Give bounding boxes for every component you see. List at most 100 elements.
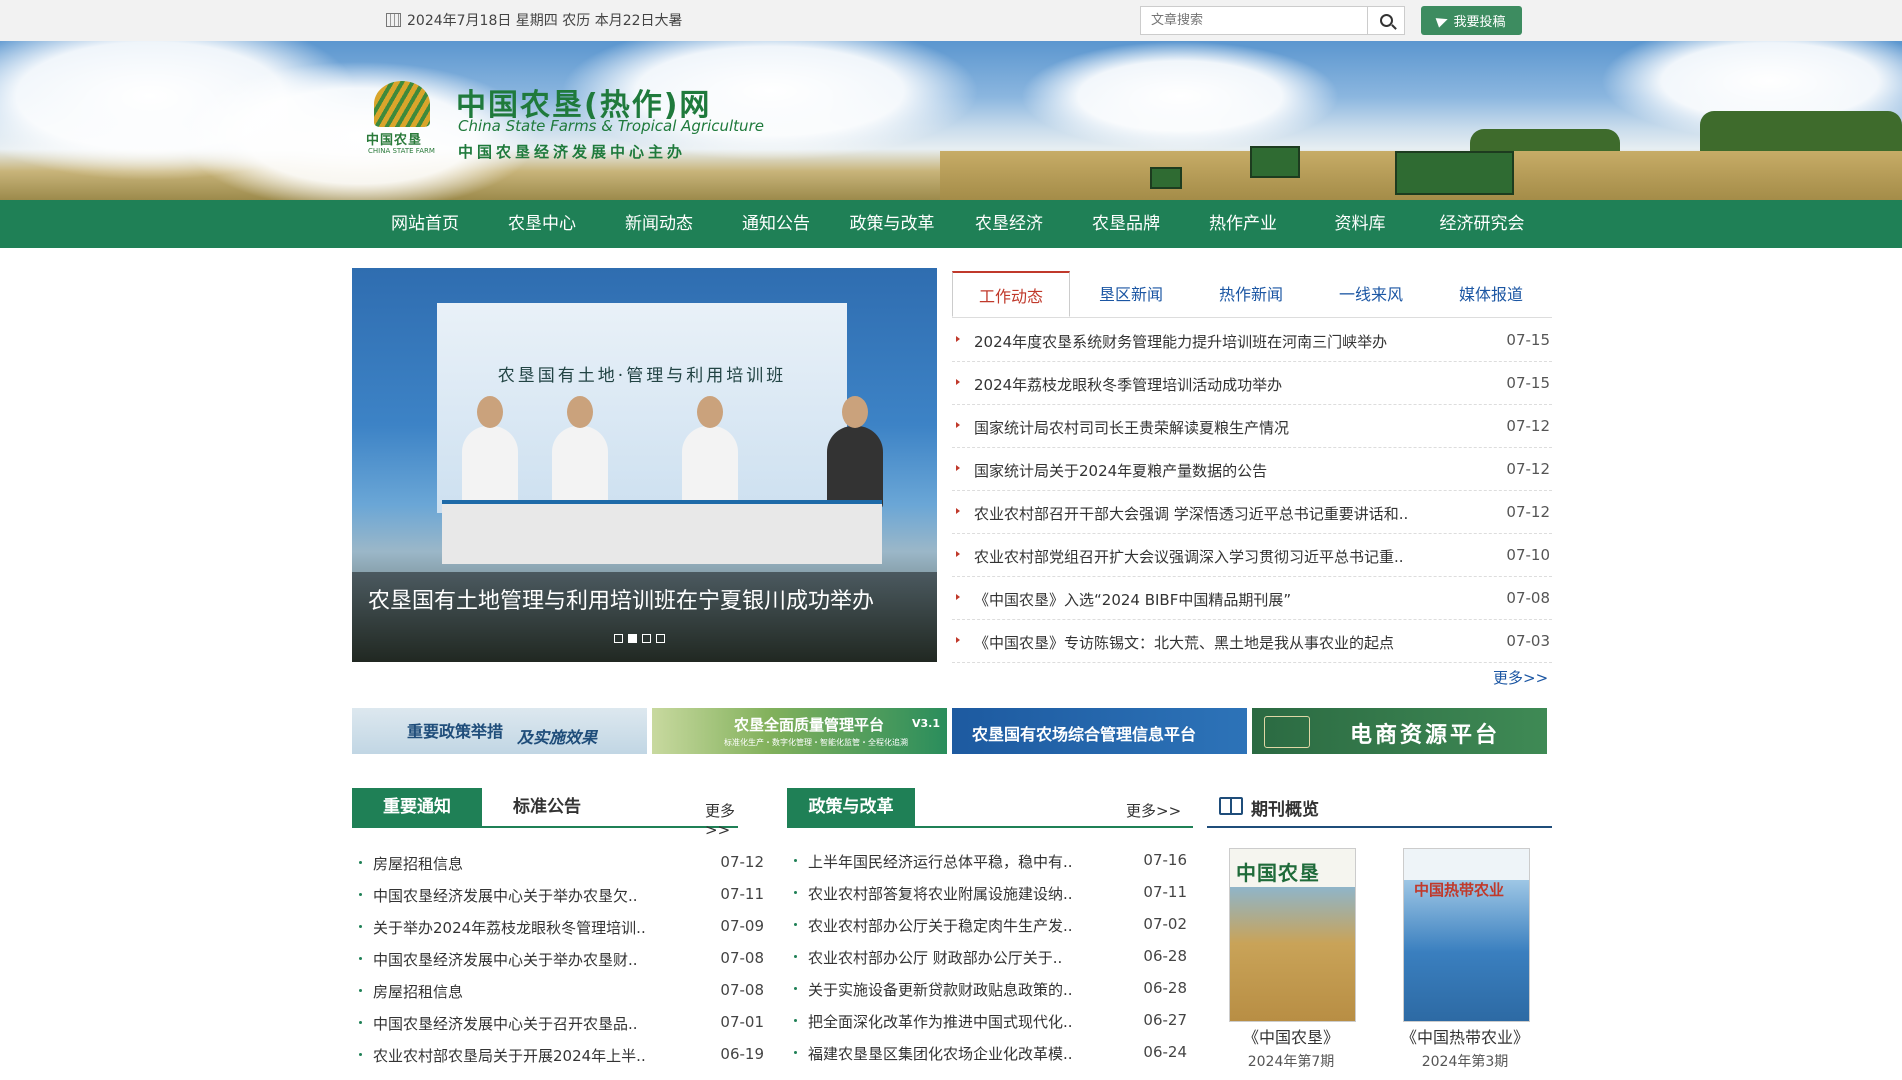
item-date: 07-11 xyxy=(720,885,764,903)
main-nav: 网站首页 农垦中心 新闻动态 通知公告 政策与改革 农垦经济 农垦品牌 热作产业… xyxy=(0,200,1902,248)
site-logo[interactable]: 中国农垦 CHINA STATE FARM xyxy=(366,81,442,157)
nav-library[interactable]: 资料库 xyxy=(1310,200,1410,248)
news-date: 07-03 xyxy=(1506,632,1550,650)
tab-standard-notices[interactable]: 标准公告 xyxy=(482,788,612,826)
nav-notices[interactable]: 通知公告 xyxy=(726,200,826,248)
slider-dot-active[interactable] xyxy=(628,634,637,643)
tab-media[interactable]: 媒体报道 xyxy=(1432,271,1550,317)
news-item[interactable]: 2024年荔枝龙眼秋冬季管理培训活动成功举办 07-15 xyxy=(952,362,1552,405)
news-title[interactable]: 《中国农垦》入选“2024 BIBF中国精品期刊展” xyxy=(974,589,1291,610)
list-item[interactable]: 福建农垦垦区集团化农场企业化改革模.. 06-24 xyxy=(787,1038,1195,1070)
item-title[interactable]: 中国农垦经济发展中心关于召开农垦品.. xyxy=(373,1013,638,1034)
policy-more-link[interactable]: 更多>> xyxy=(1126,800,1181,821)
logo-text: 中国农垦 xyxy=(366,133,423,148)
news-title[interactable]: 2024年度农垦系统财务管理能力提升培训班在河南三门峡举办 xyxy=(974,331,1387,352)
tab-policy-reform[interactable]: 政策与改革 xyxy=(787,788,915,826)
list-item[interactable]: 农业农村部农垦局关于开展2024年上半.. 06-19 xyxy=(352,1040,772,1072)
item-title[interactable]: 关于举办2024年荔枝龙眼秋冬管理培训.. xyxy=(373,917,646,938)
item-title[interactable]: 农业农村部办公厅关于稳定肉牛生产发.. xyxy=(808,915,1073,936)
news-title[interactable]: 国家统计局农村司司长王贵荣解读夏粮生产情况 xyxy=(974,417,1289,438)
news-more-link[interactable]: 更多>> xyxy=(1493,667,1548,688)
promo-text: 重要政策举措 xyxy=(407,722,504,741)
list-item[interactable]: 农业农村部答复将农业附属设施建设纳.. 07-11 xyxy=(787,878,1195,910)
list-item[interactable]: 中国农垦经济发展中心关于举办农垦财.. 07-08 xyxy=(352,944,772,976)
magazine-name[interactable]: 《中国农垦》 xyxy=(1206,1024,1376,1048)
news-title[interactable]: 国家统计局关于2024年夏粮产量数据的公告 xyxy=(974,460,1267,481)
promo-version: V3.1 xyxy=(912,717,940,730)
slider-dot[interactable] xyxy=(642,634,651,643)
list-item[interactable]: 农业农村部办公厅关于稳定肉牛生产发.. 07-02 xyxy=(787,910,1195,942)
list-item[interactable]: 中国农垦经济发展中心关于召开农垦品.. 07-01 xyxy=(352,1008,772,1040)
item-title[interactable]: 中国农垦经济发展中心关于举办农垦财.. xyxy=(373,949,638,970)
news-item[interactable]: 2024年度农垦系统财务管理能力提升培训班在河南三门峡举办 07-15 xyxy=(952,319,1552,362)
item-date: 07-08 xyxy=(720,981,764,999)
nav-center[interactable]: 农垦中心 xyxy=(492,200,592,248)
promo-farm-management[interactable]: 农垦国有农场综合管理信息平台 xyxy=(952,708,1247,754)
news-item[interactable]: 国家统计局关于2024年夏粮产量数据的公告 07-12 xyxy=(952,448,1552,491)
item-date: 07-01 xyxy=(720,1013,764,1031)
news-title[interactable]: 农业农村部党组召开扩大会议强调深入学习贯彻习近平总书记重.. xyxy=(974,546,1404,567)
item-title[interactable]: 关于实施设备更新贷款财政贴息政策的.. xyxy=(808,979,1073,1000)
search-button[interactable] xyxy=(1367,6,1405,35)
item-title[interactable]: 上半年国民经济运行总体平稳，稳中有.. xyxy=(808,851,1073,872)
news-list: 2024年度农垦系统财务管理能力提升培训班在河南三门峡举办 07-15 2024年… xyxy=(952,319,1552,663)
tab-tropical-news[interactable]: 热作新闻 xyxy=(1192,271,1310,317)
promo-policy-measures[interactable]: 重要政策举措 及实施效果 xyxy=(352,708,647,754)
nav-policy[interactable]: 政策与改革 xyxy=(842,200,942,248)
search-input[interactable] xyxy=(1141,7,1366,34)
nav-research[interactable]: 经济研究会 xyxy=(1427,200,1537,248)
item-title[interactable]: 房屋招租信息 xyxy=(373,981,463,1002)
slider-dot[interactable] xyxy=(656,634,665,643)
nav-brand[interactable]: 农垦品牌 xyxy=(1076,200,1176,248)
list-item[interactable]: 房屋招租信息 07-12 xyxy=(352,848,772,880)
search-box xyxy=(1140,6,1368,35)
list-item[interactable]: 上半年国民经济运行总体平稳，稳中有.. 07-16 xyxy=(787,846,1195,878)
submit-article-button[interactable]: 我要投稿 xyxy=(1421,6,1522,35)
magazine-name[interactable]: 《中国热带农业》 xyxy=(1380,1024,1550,1048)
item-title[interactable]: 福建农垦垦区集团化农场企业化改革模.. xyxy=(808,1043,1073,1064)
top-bar: 2024年7月18日 星期四 农历 本月22日大暑 xyxy=(0,0,1902,42)
promo-text: 农垦全面质量管理平台 xyxy=(734,716,885,734)
news-date: 07-15 xyxy=(1506,331,1550,349)
slider-dot[interactable] xyxy=(614,634,623,643)
person xyxy=(462,396,518,510)
magazine-cover[interactable]: 中国农垦 xyxy=(1229,848,1356,1022)
nav-news[interactable]: 新闻动态 xyxy=(609,200,709,248)
nav-economy[interactable]: 农垦经济 xyxy=(959,200,1059,248)
list-item[interactable]: 中国农垦经济发展中心关于举办农垦欠.. 07-11 xyxy=(352,880,772,912)
news-title[interactable]: 《中国农垦》专访陈锡文：北大荒、黑土地是我从事农业的起点 xyxy=(974,632,1394,653)
promo-quality-platform[interactable]: 农垦全面质量管理平台 V3.1 标准化生产・数字化管理・智能化监管・全程化追溯 xyxy=(652,708,947,754)
list-item[interactable]: 农业农村部办公厅 财政部办公厅关于.. 06-28 xyxy=(787,942,1195,974)
item-date: 06-28 xyxy=(1143,979,1187,997)
nav-tropical[interactable]: 热作产业 xyxy=(1193,200,1293,248)
item-title[interactable]: 农业农村部答复将农业附属设施建设纳.. xyxy=(808,883,1073,904)
promo-ecommerce[interactable]: 电商资源平台 xyxy=(1252,708,1547,754)
notices-list: 房屋招租信息 07-12 中国农垦经济发展中心关于举办农垦欠.. 07-11 关于举… xyxy=(352,848,772,1072)
list-item[interactable]: 关于实施设备更新贷款财政贴息政策的.. 06-28 xyxy=(787,974,1195,1006)
news-item[interactable]: 农业农村部党组召开扩大会议强调深入学习贯彻习近平总书记重.. 07-10 xyxy=(952,534,1552,577)
list-item[interactable]: 关于举办2024年荔枝龙眼秋冬管理培训.. 07-09 xyxy=(352,912,772,944)
magazine-cover[interactable]: 中国热带农业 xyxy=(1403,848,1530,1022)
news-item[interactable]: 《中国农垦》入选“2024 BIBF中国精品期刊展” 07-08 xyxy=(952,577,1552,620)
list-item[interactable]: 把全面深化改革作为推进中国式现代化.. 06-27 xyxy=(787,1006,1195,1038)
item-title[interactable]: 中国农垦经济发展中心关于举办农垦欠.. xyxy=(373,885,638,906)
notices-more-link[interactable]: 更多>> xyxy=(705,800,738,839)
item-title[interactable]: 把全面深化改革作为推进中国式现代化.. xyxy=(808,1011,1073,1032)
screen-text: 农垦国有土地·管理与利用培训班 xyxy=(497,366,787,386)
item-title[interactable]: 农业农村部农垦局关于开展2024年上半.. xyxy=(373,1045,646,1066)
list-item[interactable]: 房屋招租信息 07-08 xyxy=(352,976,772,1008)
tab-region-news[interactable]: 垦区新闻 xyxy=(1072,271,1190,317)
tab-work-news[interactable]: 工作动态 xyxy=(952,271,1070,317)
tab-important-notices[interactable]: 重要通知 xyxy=(352,788,482,826)
nav-home[interactable]: 网站首页 xyxy=(375,200,475,248)
item-title[interactable]: 房屋招租信息 xyxy=(373,853,463,874)
news-title[interactable]: 农业农村部召开干部大会强调 学深悟透习近平总书记重要讲话和.. xyxy=(974,503,1408,524)
news-item[interactable]: 国家统计局农村司司长王贵荣解读夏粮生产情况 07-12 xyxy=(952,405,1552,448)
news-title[interactable]: 2024年荔枝龙眼秋冬季管理培训活动成功举办 xyxy=(974,374,1282,395)
slide-title[interactable]: 农垦国有土地管理与利用培训班在宁夏银川成功举办 xyxy=(368,583,874,615)
item-title[interactable]: 农业农村部办公厅 财政部办公厅关于.. xyxy=(808,947,1062,968)
tab-frontline[interactable]: 一线来风 xyxy=(1312,271,1430,317)
news-item[interactable]: 农业农村部召开干部大会强调 学深悟透习近平总书记重要讲话和.. 07-12 xyxy=(952,491,1552,534)
news-item[interactable]: 《中国农垦》专访陈锡文：北大荒、黑土地是我从事农业的起点 07-03 xyxy=(952,620,1552,663)
image-slider[interactable]: 农垦国有土地·管理与利用培训班 农垦国有土地管理与利用培训班在宁夏银川成功举办 xyxy=(352,268,937,662)
